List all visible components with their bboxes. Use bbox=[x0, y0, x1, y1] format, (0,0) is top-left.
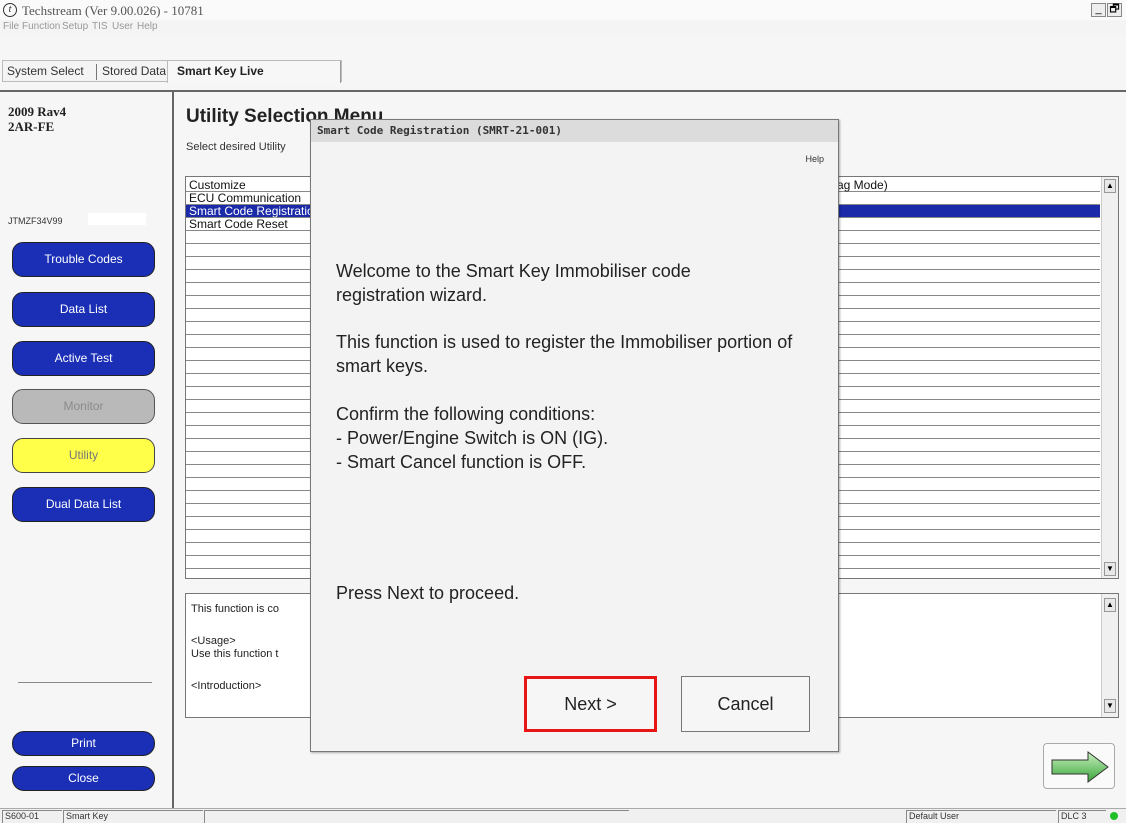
trouble-codes-button[interactable]: Trouble Codes bbox=[12, 242, 155, 277]
vin-label: JTMZF34V99 bbox=[8, 216, 63, 226]
menu-bar: File Function Setup TIS User Help bbox=[0, 20, 1126, 35]
status-system: Smart Key bbox=[63, 810, 203, 823]
monitor-button[interactable]: Monitor bbox=[12, 389, 155, 424]
cancel-button[interactable]: Cancel bbox=[681, 676, 810, 732]
list-item-label: Customize bbox=[189, 178, 246, 192]
description-line: Use this function t bbox=[191, 648, 279, 660]
tab-bar: System Select Stored Data Smart Key Live bbox=[0, 35, 1126, 92]
menu-file[interactable]: File bbox=[3, 21, 19, 32]
status-bar: S600-01 Smart Key Default User DLC 3 bbox=[0, 808, 1126, 823]
techstream-window: t Techstream (Ver 9.00.026) - 10781 _ 🗗 … bbox=[0, 0, 1126, 823]
connection-indicator-icon bbox=[1110, 812, 1118, 820]
status-code: S600-01 bbox=[2, 810, 62, 823]
right-arrow-icon bbox=[1051, 751, 1109, 783]
vehicle-engine: 2AR-FE bbox=[8, 119, 55, 134]
dialog-welcome-text: Welcome to the Smart Key Immobiliser cod… bbox=[336, 261, 691, 305]
status-panel bbox=[204, 810, 629, 823]
description-line: <Introduction> bbox=[191, 680, 262, 692]
vin-redaction bbox=[88, 213, 146, 225]
description-scrollbar[interactable]: ▲ ▼ bbox=[1101, 594, 1118, 717]
next-button[interactable]: Next > bbox=[524, 676, 657, 732]
window-title: Techstream (Ver 9.00.026) - 10781 bbox=[22, 3, 204, 18]
dialog-conditions-heading: Confirm the following conditions: bbox=[336, 404, 596, 424]
list-item-detail: ag Mode) bbox=[837, 178, 888, 192]
dialog-condition-2: - Smart Cancel function is OFF. bbox=[336, 452, 587, 472]
scroll-down-icon[interactable]: ▼ bbox=[1104, 562, 1116, 576]
title-bar: t Techstream (Ver 9.00.026) - 10781 _ 🗗 bbox=[0, 0, 1126, 20]
page-subtitle: Select desired Utility bbox=[186, 141, 286, 153]
active-test-button[interactable]: Active Test bbox=[12, 341, 155, 376]
list-scrollbar[interactable]: ▲ ▼ bbox=[1101, 177, 1118, 578]
minimize-button[interactable]: _ bbox=[1091, 3, 1106, 17]
tab-stored-data[interactable]: Stored Data bbox=[102, 61, 166, 83]
description-line: <Usage> bbox=[191, 635, 236, 647]
menu-user[interactable]: User bbox=[112, 21, 133, 32]
dialog-help-link[interactable]: Help bbox=[805, 154, 824, 164]
description-line: This function is co bbox=[191, 603, 280, 615]
smart-code-registration-dialog: Smart Code Registration (SMRT-21-001) He… bbox=[310, 119, 839, 752]
techstream-logo-icon: t bbox=[3, 3, 17, 17]
dual-data-list-button[interactable]: Dual Data List bbox=[12, 487, 155, 522]
menu-help[interactable]: Help bbox=[137, 21, 158, 32]
next-step-button[interactable] bbox=[1043, 743, 1115, 789]
menu-function[interactable]: Function bbox=[22, 21, 60, 32]
utility-button[interactable]: Utility bbox=[12, 438, 155, 473]
vehicle-info: 2009 Rav4 2AR-FE bbox=[8, 104, 66, 134]
sidebar-divider bbox=[18, 682, 152, 683]
status-user: Default User bbox=[906, 810, 1056, 823]
menu-tis[interactable]: TIS bbox=[92, 21, 108, 32]
dialog-proceed-text: Press Next to proceed. bbox=[336, 583, 520, 603]
left-panel: 2009 Rav4 2AR-FE JTMZF34V99 Trouble Code… bbox=[0, 92, 174, 808]
vehicle-model: 2009 Rav4 bbox=[8, 104, 67, 119]
tab-system-select[interactable]: System Select bbox=[7, 61, 84, 83]
menu-setup[interactable]: Setup bbox=[62, 21, 88, 32]
scroll-up-icon[interactable]: ▲ bbox=[1104, 598, 1116, 612]
dialog-condition-1: - Power/Engine Switch is ON (IG). bbox=[336, 428, 609, 448]
scroll-up-icon[interactable]: ▲ bbox=[1104, 179, 1116, 193]
data-list-button[interactable]: Data List bbox=[12, 292, 155, 327]
print-button[interactable]: Print bbox=[12, 731, 155, 756]
tab-strip: System Select Stored Data Smart Key Live bbox=[2, 60, 342, 83]
tab-separator bbox=[96, 64, 97, 80]
status-port: DLC 3 bbox=[1058, 810, 1106, 823]
dialog-title: Smart Code Registration (SMRT-21-001) bbox=[311, 120, 838, 142]
restore-button[interactable]: 🗗 bbox=[1107, 3, 1122, 17]
tab-smart-key-live[interactable]: Smart Key Live bbox=[167, 61, 341, 83]
dialog-function-text: This function is used to register the Im… bbox=[336, 332, 793, 376]
close-button[interactable]: Close bbox=[12, 766, 155, 791]
scroll-down-icon[interactable]: ▼ bbox=[1104, 699, 1116, 713]
